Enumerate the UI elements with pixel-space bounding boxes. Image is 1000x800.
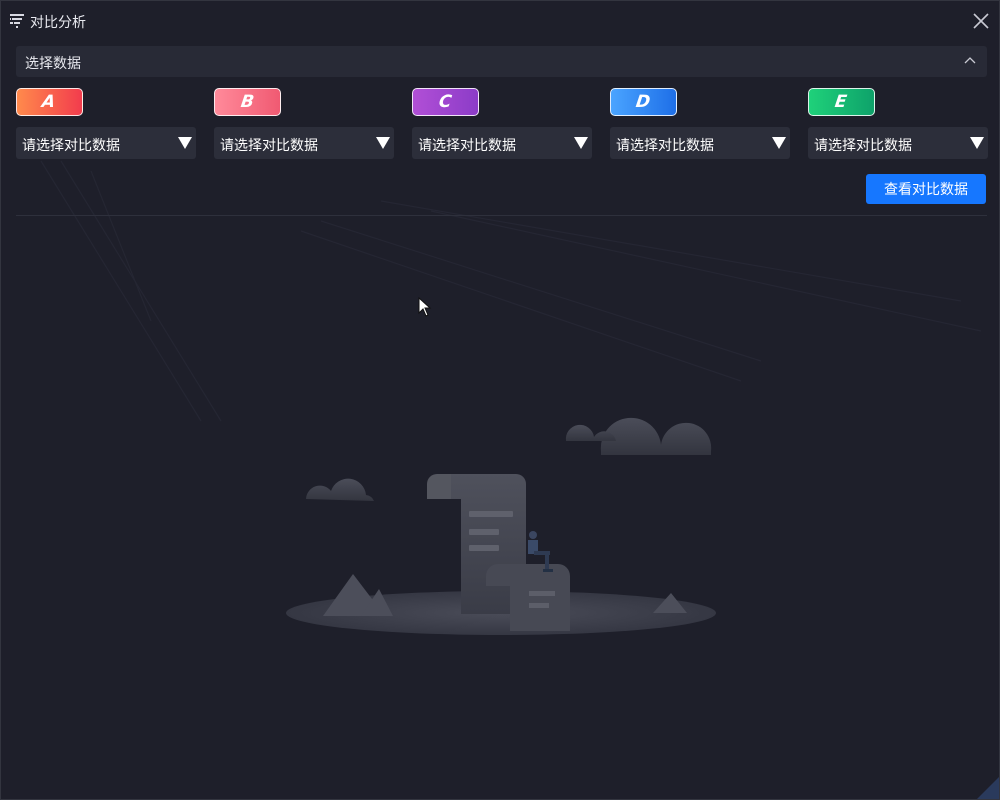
triangle-down-icon xyxy=(178,137,192,149)
triangle-down-icon xyxy=(772,137,786,149)
select-placeholder: 请选择对比数据 xyxy=(616,138,714,154)
triangle-down-icon xyxy=(376,137,390,149)
triangle-down-icon xyxy=(970,137,984,149)
title-bar: 对比分析 xyxy=(1,1,999,41)
select-placeholder: 请选择对比数据 xyxy=(814,138,912,154)
funnel-list-icon xyxy=(10,14,24,28)
triangle-down-icon xyxy=(574,137,588,149)
slot-badge-a: A xyxy=(16,88,83,116)
select-placeholder: 请选择对比数据 xyxy=(22,138,120,154)
view-compare-data-button[interactable]: 查看对比数据 xyxy=(866,174,986,204)
slot-badge-d: D xyxy=(610,88,677,116)
compare-data-select-d[interactable]: 请选择对比数据 xyxy=(610,127,790,159)
slot-badge-b: B xyxy=(214,88,281,116)
mouse-cursor-icon xyxy=(418,297,432,317)
chevron-up-icon[interactable] xyxy=(963,54,977,68)
window-title: 对比分析 xyxy=(30,15,86,31)
close-icon[interactable] xyxy=(970,10,992,32)
select-placeholder: 请选择对比数据 xyxy=(418,138,516,154)
section-title: 选择数据 xyxy=(25,56,81,72)
slot-badge-c: C xyxy=(412,88,479,116)
select-data-section-header[interactable]: 选择数据 xyxy=(16,46,987,77)
compare-analysis-window: 对比分析 选择数据 A 请选择对比数据 B 请选择对比数据 C 请选择对比数据 … xyxy=(0,0,1000,800)
divider xyxy=(16,215,987,216)
select-placeholder: 请选择对比数据 xyxy=(220,138,318,154)
slot-badge-e: E xyxy=(808,88,875,116)
compare-data-select-e[interactable]: 请选择对比数据 xyxy=(808,127,988,159)
resize-corner-icon[interactable] xyxy=(977,777,999,799)
compare-data-select-b[interactable]: 请选择对比数据 xyxy=(214,127,394,159)
compare-data-select-a[interactable]: 请选择对比数据 xyxy=(16,127,196,159)
compare-data-select-c[interactable]: 请选择对比数据 xyxy=(412,127,592,159)
empty-state-illustration xyxy=(286,417,716,635)
